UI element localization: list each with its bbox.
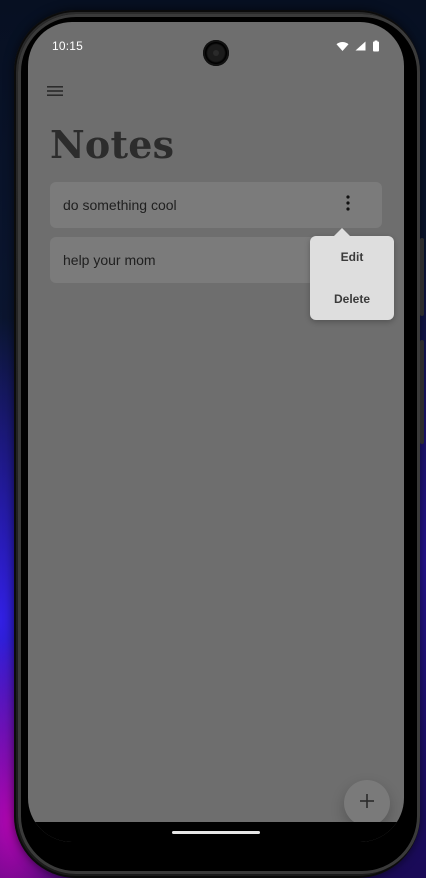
- wifi-icon: [336, 41, 349, 51]
- status-bar: 10:15: [28, 22, 404, 70]
- add-note-button[interactable]: [344, 780, 390, 826]
- signal-icon: [355, 41, 366, 51]
- plus-icon: [360, 793, 374, 813]
- more-options-button[interactable]: [342, 194, 354, 216]
- more-vertical-icon: [346, 194, 350, 216]
- menu-item-delete[interactable]: Delete: [310, 285, 394, 313]
- menu-item-edit[interactable]: Edit: [310, 243, 394, 271]
- note-card[interactable]: do something cool: [50, 182, 382, 228]
- front-camera: [203, 40, 229, 66]
- status-time: 10:15: [52, 39, 84, 53]
- note-text: help your mom: [63, 252, 156, 268]
- note-context-menu: Edit Delete: [310, 228, 394, 320]
- power-button: [420, 340, 424, 444]
- page-title: Notes: [50, 122, 175, 167]
- gesture-handle[interactable]: [172, 831, 260, 834]
- volume-button: [420, 238, 424, 316]
- menu-icon: [47, 84, 63, 102]
- gesture-navigation-area: [28, 822, 404, 842]
- status-icons: [336, 40, 380, 52]
- battery-icon: [372, 40, 380, 52]
- note-text: do something cool: [63, 197, 177, 213]
- phone-screen: 10:15 Notes do something cool help your …: [28, 22, 404, 842]
- menu-button[interactable]: [44, 82, 66, 104]
